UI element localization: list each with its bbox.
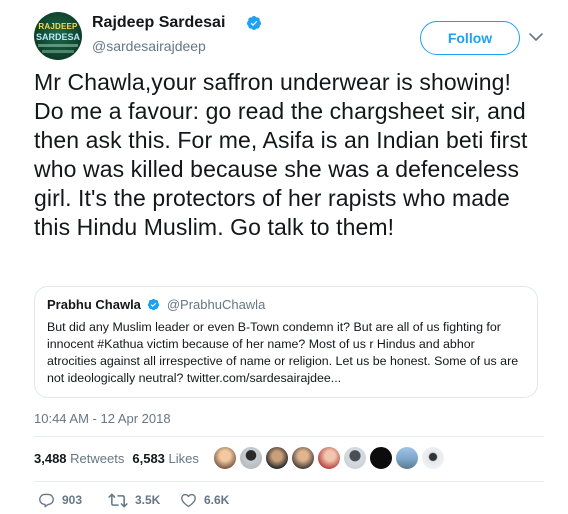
quoted-tweet-header: Prabhu Chawla @PrabhuChawla bbox=[47, 296, 525, 314]
tweet-text: Mr Chawla,your saffron underwear is show… bbox=[34, 69, 528, 240]
heart-icon bbox=[181, 493, 196, 507]
verified-badge-icon bbox=[246, 16, 261, 30]
author-name[interactable]: Rajdeep Sardesai bbox=[92, 14, 225, 32]
avatar-decor-line bbox=[42, 50, 74, 53]
likes-label: Likes bbox=[168, 451, 199, 466]
tweet-timestamp[interactable]: 10:44 AM - 12 Apr 2018 bbox=[34, 411, 171, 426]
liker-avatar[interactable] bbox=[369, 446, 393, 470]
like-action[interactable]: 6.6K bbox=[180, 489, 229, 511]
quoted-author-name: Prabhu Chawla bbox=[47, 297, 141, 312]
chevron-down-icon[interactable] bbox=[528, 30, 544, 44]
avatar-text-1: RAJDEEP bbox=[38, 22, 78, 31]
quoted-author-handle: @PrabhuChawla bbox=[166, 297, 266, 312]
retweets-label: Retweets bbox=[70, 451, 125, 466]
liker-avatar[interactable] bbox=[395, 446, 419, 470]
liker-avatar[interactable] bbox=[421, 446, 445, 470]
retweets-stat[interactable]: 3,488 Retweets bbox=[34, 451, 124, 466]
liker-avatar[interactable] bbox=[239, 446, 263, 470]
reply-count: 903 bbox=[62, 493, 83, 507]
reply-icon bbox=[39, 493, 54, 507]
author-avatar[interactable]: RAJDEEP SARDESA bbox=[34, 12, 82, 60]
retweet-icon bbox=[108, 493, 128, 507]
avatar-text-2: SARDESA bbox=[36, 32, 81, 42]
liker-avatar[interactable] bbox=[213, 446, 237, 470]
retweet-action[interactable]: 3.5K bbox=[108, 489, 160, 511]
retweets-count: 3,488 bbox=[34, 451, 67, 466]
follow-button[interactable]: Follow bbox=[420, 21, 520, 55]
divider bbox=[34, 436, 544, 437]
tweet-header: RAJDEEP SARDESA Rajdeep Sardesai @sardes… bbox=[34, 12, 554, 64]
divider bbox=[34, 481, 544, 482]
likes-count: 6,583 bbox=[132, 451, 165, 466]
author-handle[interactable]: @sardesairajdeep bbox=[92, 38, 206, 54]
likes-stat[interactable]: 6,583 Likes bbox=[132, 451, 199, 466]
liker-avatar[interactable] bbox=[265, 446, 289, 470]
liker-avatar[interactable] bbox=[317, 446, 341, 470]
avatar-decor-line bbox=[38, 44, 78, 47]
liker-avatar[interactable] bbox=[291, 446, 315, 470]
like-count: 6.6K bbox=[204, 493, 230, 507]
verified-badge-icon bbox=[148, 298, 160, 311]
liker-avatar[interactable] bbox=[343, 446, 367, 470]
engagement-stats: 3,488 Retweets 6,583 Likes bbox=[34, 451, 199, 466]
reply-action[interactable]: 903 bbox=[38, 489, 82, 511]
retweet-count: 3.5K bbox=[135, 493, 161, 507]
quoted-tweet-text: But did any Muslim leader or even B-Town… bbox=[47, 320, 519, 385]
quoted-tweet[interactable]: Prabhu Chawla @PrabhuChawla But did any … bbox=[34, 286, 538, 398]
